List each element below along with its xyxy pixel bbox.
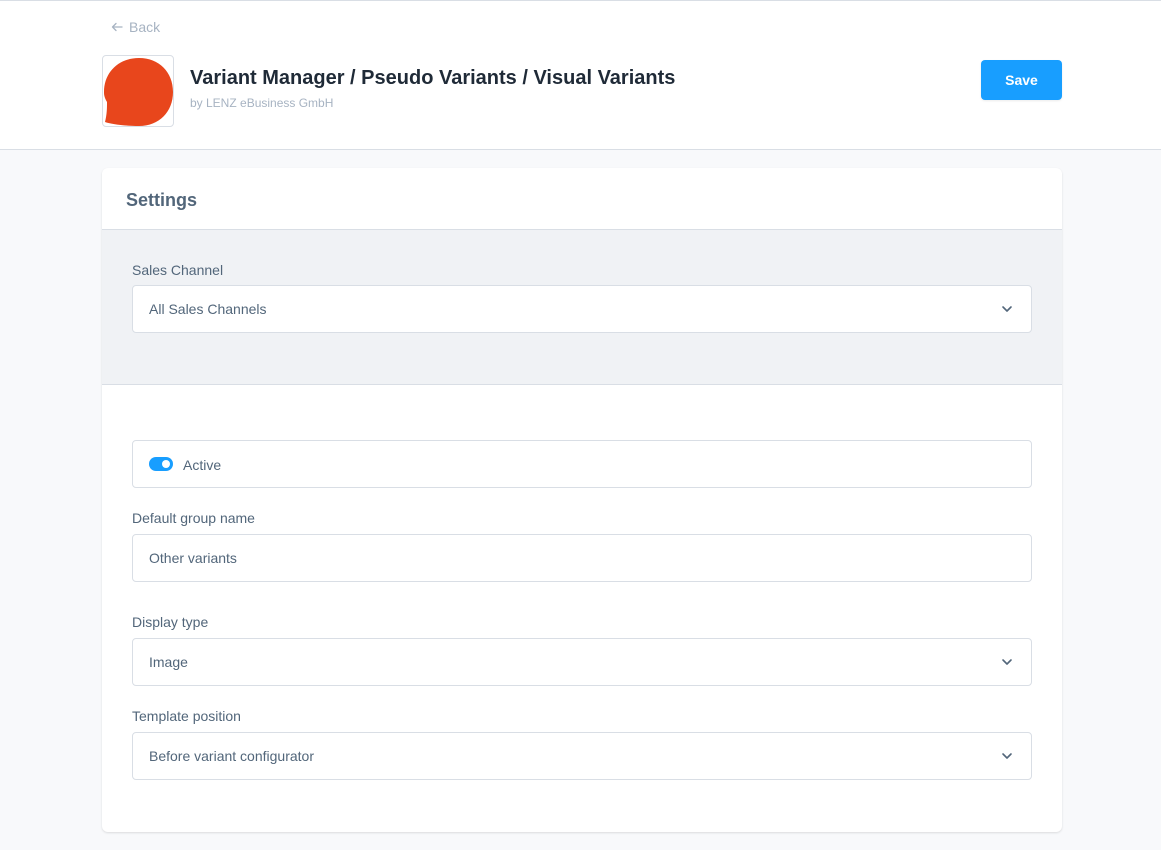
template-position-value: Before variant configurator — [149, 748, 314, 764]
app-header: Back Variant Manager / Pseudo Variants /… — [0, 0, 1161, 150]
speech-bubble-logo-icon — [104, 58, 173, 126]
app-logo — [102, 55, 174, 127]
template-position-label: Template position — [132, 708, 241, 724]
save-button[interactable]: Save — [981, 60, 1062, 100]
display-type-value: Image — [149, 654, 188, 670]
default-group-name-label: Default group name — [132, 510, 255, 526]
settings-title: Settings — [126, 190, 198, 210]
chevron-down-icon — [1001, 658, 1013, 666]
settings-card: Settings Sales Channel All Sales Channel… — [102, 168, 1062, 832]
settings-card-header: Settings — [102, 168, 1062, 230]
chevron-down-icon — [1001, 305, 1013, 313]
sales-channel-label: Sales Channel — [132, 262, 224, 278]
back-label: Back — [129, 19, 161, 35]
template-position-select[interactable]: Before variant configurator — [132, 732, 1032, 780]
back-link[interactable]: Back — [111, 19, 160, 35]
app-title: Variant Manager / Pseudo Variants / Visu… — [190, 67, 676, 89]
chevron-down-icon — [1001, 752, 1013, 760]
active-label: Active — [183, 457, 222, 473]
sales-channel-value: All Sales Channels — [149, 301, 267, 317]
sales-channel-section: Sales Channel All Sales Channels — [102, 230, 1062, 385]
display-type-label: Display type — [132, 614, 209, 630]
app-author: by LENZ eBusiness GmbH — [190, 96, 334, 110]
active-switch[interactable] — [149, 457, 173, 471]
sales-channel-select[interactable]: All Sales Channels — [132, 285, 1032, 333]
arrow-left-icon — [111, 22, 123, 32]
display-type-select[interactable]: Image — [132, 638, 1032, 686]
active-toggle-row: Active — [132, 440, 1032, 488]
default-group-name-input[interactable] — [132, 534, 1032, 582]
switch-knob — [162, 460, 170, 468]
